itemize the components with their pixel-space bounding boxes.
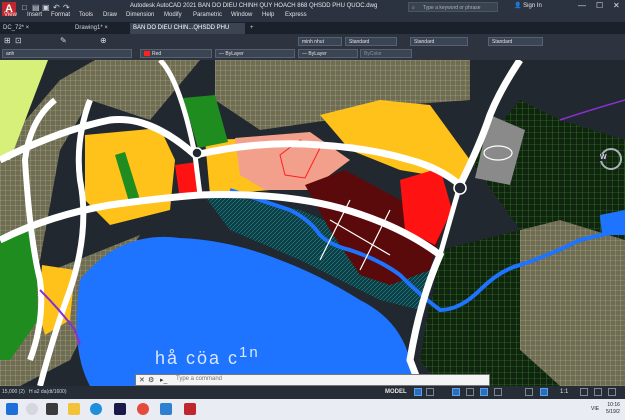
file-tabs: DC_72* × Drawing1* × BAN DO DIEU CHIN...…	[0, 22, 625, 42]
task-view-icon[interactable]	[46, 403, 58, 415]
photos-icon[interactable]	[160, 403, 172, 415]
maximize-icon[interactable]: ☐	[596, 1, 603, 10]
model-space-button[interactable]: MODEL	[385, 389, 407, 395]
customize-icon[interactable]	[594, 388, 602, 396]
menu-tools[interactable]: Tools	[79, 12, 93, 18]
tool-icon-4[interactable]: ⊕	[100, 36, 107, 45]
command-close-icon[interactable]: ✕	[139, 376, 145, 384]
command-prompt-icon: ▸_	[160, 377, 168, 384]
tab-dc72[interactable]: DC_72* ×	[0, 23, 70, 34]
menu-help[interactable]: Help	[262, 12, 274, 18]
tool-icon-1[interactable]: ⊞	[4, 36, 11, 45]
linetype-select[interactable]: — ByLayer	[215, 49, 295, 58]
command-input[interactable]: Type a command	[176, 376, 222, 382]
menu-draw[interactable]: Draw	[103, 12, 117, 18]
language-indicator[interactable]: VIE	[591, 406, 599, 412]
otrack-toggle-icon[interactable]	[494, 388, 502, 396]
roundabout-west	[191, 147, 203, 159]
color-select[interactable]: Red	[140, 49, 212, 58]
menu-dimension[interactable]: Dimension	[126, 12, 154, 18]
lake-label: hå cöa c1n	[155, 344, 260, 368]
chrome-icon[interactable]	[137, 403, 149, 415]
autocad-taskbar-icon[interactable]	[184, 403, 196, 415]
textstyle-select[interactable]: minh nhut	[298, 37, 342, 46]
sign-in-button[interactable]: 👤 Sign In	[514, 2, 542, 9]
menu-window[interactable]: Window	[231, 12, 252, 18]
ortho-toggle-icon[interactable]	[452, 388, 460, 396]
workspace-icon[interactable]	[580, 388, 588, 396]
mleaderstyle-select[interactable]: Standard	[488, 37, 543, 46]
new-tab-button[interactable]: +	[247, 23, 259, 34]
tab-ban-do[interactable]: BAN DO DIEU CHIN...QHSDD PHU QUOC* ×	[130, 23, 245, 42]
file-explorer-icon[interactable]	[68, 403, 80, 415]
menu-bar: View Insert Format Tools Draw Dimension …	[0, 11, 625, 21]
command-settings-icon[interactable]: ⚙	[148, 376, 154, 384]
command-line[interactable]: ✕ ⚙ ▸_ Type a command	[135, 374, 490, 386]
annotation-scale-value[interactable]: 1:1	[560, 389, 568, 395]
premiere-icon[interactable]	[114, 403, 126, 415]
windows-taskbar: VIE 10:16 5/19/2	[0, 399, 625, 420]
plotstyle-select[interactable]: ByColor	[360, 49, 412, 58]
zoning-map	[0, 60, 625, 386]
properties-toolbar: ⊞ ⊡ ✎ ⊕ minh nhut Standard Standard Stan…	[0, 34, 625, 60]
compass-west-label: W	[600, 154, 607, 161]
dimstyle-select[interactable]: Standard	[345, 37, 397, 46]
status-bar: 15,000 (2) H a2 da(dt/1600) MODEL 1:1	[0, 386, 625, 399]
tool-icon-3[interactable]: ✎	[60, 36, 67, 45]
menu-modify[interactable]: Modify	[164, 12, 182, 18]
viewcube-compass[interactable]: W	[600, 148, 622, 170]
polar-toggle-icon[interactable]	[466, 388, 474, 396]
search-taskbar-icon[interactable]	[26, 403, 38, 415]
osnap-toggle-icon[interactable]	[480, 388, 488, 396]
menu-format[interactable]: Format	[51, 12, 70, 18]
menu-icon[interactable]	[608, 388, 616, 396]
drawing-canvas[interactable]: W	[0, 60, 625, 386]
tool-icon-2[interactable]: ⊡	[15, 36, 22, 45]
window-title: Autodesk AutoCAD 2021 BAN DO DIEU CHINH …	[130, 3, 378, 9]
annotation-visibility-icon[interactable]	[525, 388, 533, 396]
color-swatch	[144, 51, 150, 57]
menu-view[interactable]: View	[4, 12, 17, 18]
annotation-scale-icon[interactable]	[540, 388, 548, 396]
layer-select[interactable]: anh	[2, 49, 132, 58]
edge-icon[interactable]	[90, 403, 102, 415]
close-icon[interactable]: ✕	[613, 1, 620, 10]
start-icon[interactable]	[6, 403, 18, 415]
tablestyle-select[interactable]: Standard	[410, 37, 468, 46]
coordinates-readout: 15,000 (2) H a2 da(dt/1600)	[2, 389, 67, 395]
title-bar: A □ ▤ ▣ ↶ ↷ Autodesk AutoCAD 2021 BAN DO…	[0, 0, 625, 22]
roundabout-east	[453, 181, 467, 195]
snap-toggle-icon[interactable]	[426, 388, 434, 396]
system-clock[interactable]: 10:16 5/19/2	[606, 402, 620, 416]
menu-parametric[interactable]: Parametric	[193, 12, 222, 18]
menu-insert[interactable]: Insert	[27, 12, 42, 18]
menu-express[interactable]: Express	[285, 12, 307, 18]
lineweight-select[interactable]: — ByLayer	[298, 49, 358, 58]
grid-toggle-icon[interactable]	[414, 388, 422, 396]
minimize-icon[interactable]: —	[578, 1, 586, 10]
tab-drawing1[interactable]: Drawing1* ×	[72, 23, 127, 34]
